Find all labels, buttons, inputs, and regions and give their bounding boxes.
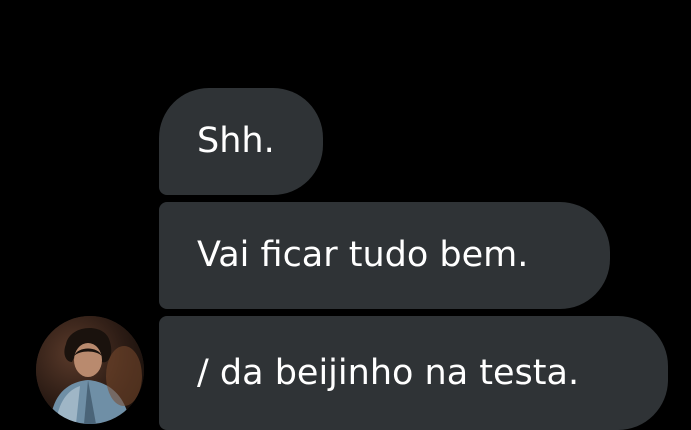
message-bubble[interactable]: / da beijinho na testa. [159, 316, 668, 430]
message-text: Vai ficar tudo bem. [197, 235, 529, 275]
message-bubble[interactable]: Vai ficar tudo bem. [159, 202, 610, 309]
message-text: Shh. [197, 121, 275, 161]
avatar[interactable] [36, 316, 144, 424]
user-avatar-icon [36, 316, 144, 424]
message-thread: Shh. Vai ficar tudo bem. / da beijinho n… [0, 0, 691, 430]
message-text: / da beijinho na testa. [197, 352, 580, 393]
message-bubble[interactable]: Shh. [159, 88, 323, 195]
